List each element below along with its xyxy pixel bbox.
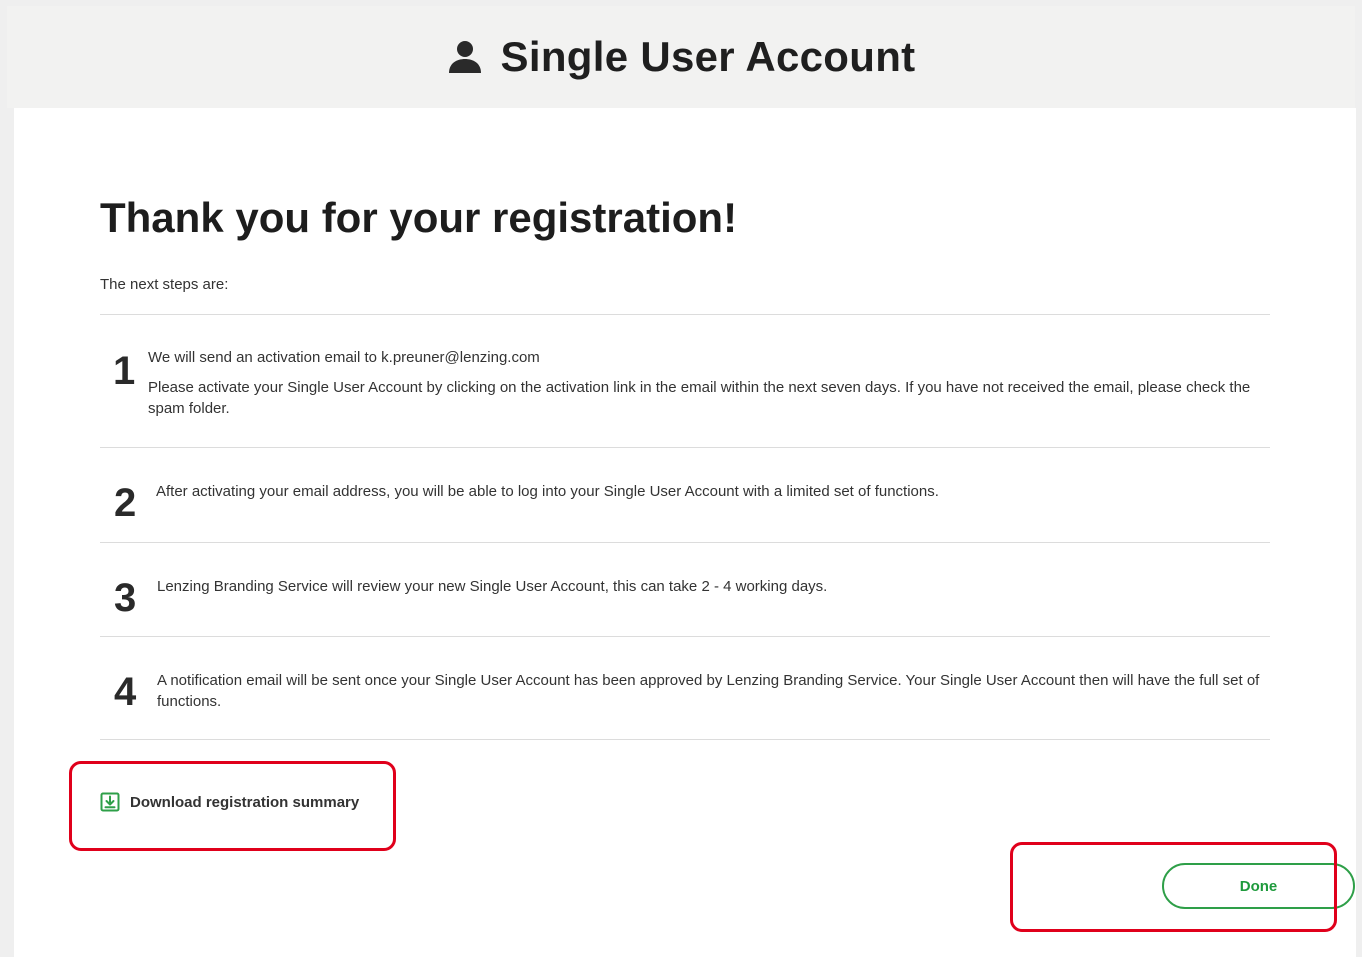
- done-button[interactable]: Done: [1162, 863, 1355, 909]
- step-line: A notification email will be sent once y…: [157, 672, 1260, 710]
- page-title: Single User Account: [500, 33, 916, 80]
- step-text: After activating your email address, you…: [156, 481, 939, 502]
- next-steps-intro: The next steps are:: [100, 276, 229, 293]
- page-header: Single User Account: [7, 6, 1355, 108]
- step-item: 1 We will send an activation email to k.…: [100, 315, 1270, 448]
- step-line: Please activate your Single User Account…: [148, 379, 1251, 417]
- step-text: We will send an activation email to k.pr…: [148, 347, 1270, 419]
- user-icon: [448, 41, 481, 73]
- step-item: 2 After activating your email address, y…: [100, 448, 1270, 543]
- page: Single User Account Thank you for your r…: [0, 0, 1362, 957]
- step-number: 4: [114, 670, 137, 714]
- download-icon: [100, 792, 120, 812]
- steps-list: 1 We will send an activation email to k.…: [100, 314, 1270, 740]
- step-line: After activating your email address, you…: [156, 483, 939, 500]
- step-text: Lenzing Branding Service will review you…: [157, 576, 827, 597]
- step-number: 1: [113, 349, 136, 393]
- download-summary-link[interactable]: Download registration summary: [100, 792, 359, 812]
- step-line: Lenzing Branding Service will review you…: [157, 578, 828, 595]
- thank-you-heading: Thank you for your registration!: [100, 194, 738, 241]
- step-item: 3 Lenzing Branding Service will review y…: [100, 543, 1270, 637]
- step-item: 4 A notification email will be sent once…: [100, 637, 1270, 740]
- step-text: A notification email will be sent once y…: [157, 670, 1270, 712]
- download-summary-label: Download registration summary: [130, 793, 360, 811]
- step-line: We will send an activation email to k.pr…: [148, 349, 540, 366]
- step-number: 2: [114, 481, 137, 525]
- step-number: 3: [114, 576, 137, 620]
- registration-card: Thank you for your registration! The nex…: [14, 108, 1356, 957]
